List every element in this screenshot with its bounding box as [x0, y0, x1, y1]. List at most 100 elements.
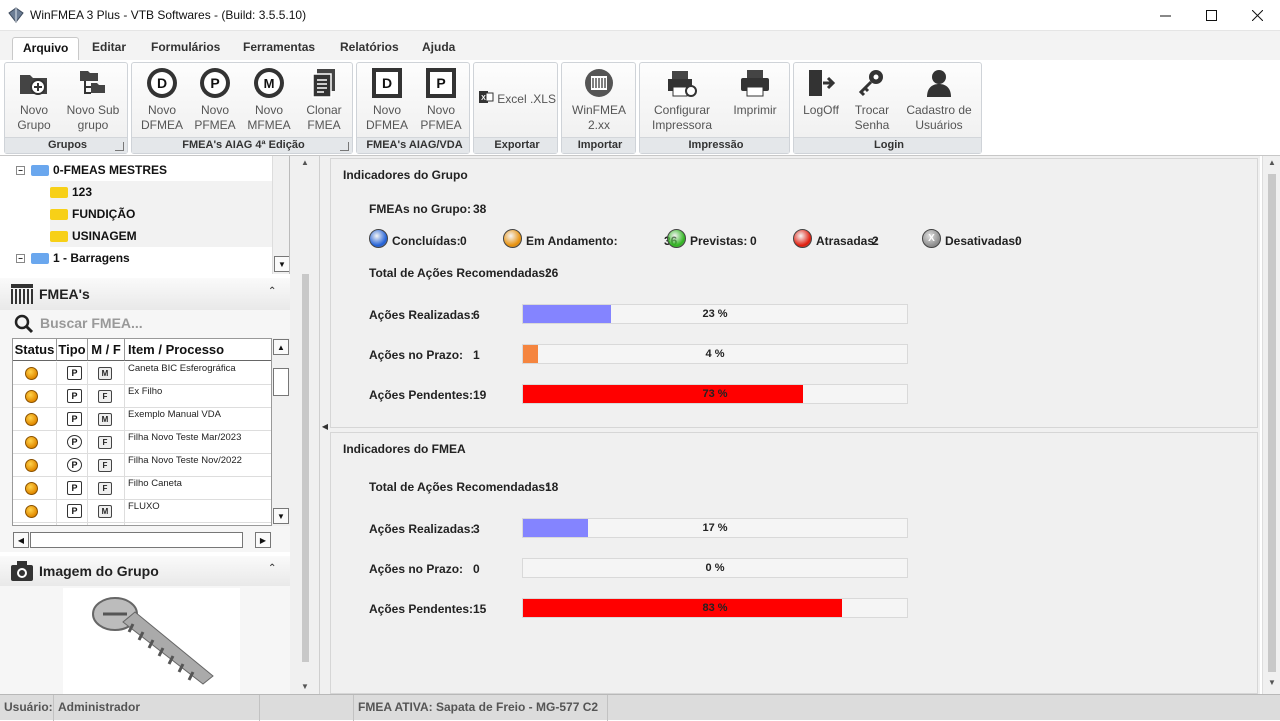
scroll-left-icon[interactable]: ◀ — [13, 532, 29, 548]
excel-export-button[interactable]: X Excel .XLS — [478, 89, 556, 109]
user-label: Usuário: — [0, 695, 54, 721]
table-row[interactable]: P F Filha Novo Teste Mar/2023 — [13, 431, 271, 454]
novo-pfmea-button[interactable]: P Novo PFMEA — [189, 67, 241, 133]
status-value: 0 — [460, 234, 467, 248]
left-panel-scrollbar[interactable]: ▲ ▼ — [290, 156, 320, 694]
tab-ferramentas[interactable]: Ferramentas — [233, 37, 325, 61]
ribbon-group-label: Grupos — [5, 137, 127, 153]
logoff-button[interactable]: LogOff — [798, 67, 844, 118]
svg-text:D: D — [382, 75, 392, 91]
scroll-thumb[interactable] — [30, 532, 243, 548]
column-header-mf[interactable]: M / F — [88, 339, 125, 361]
ribbon-group-label: Login — [794, 137, 981, 153]
grid-scrollbar-v[interactable]: ▲ ▼ — [272, 338, 290, 526]
status-in-progress-icon — [25, 367, 38, 380]
group-launcher-icon[interactable] — [115, 142, 124, 151]
progress-percent: 73 % — [702, 388, 728, 400]
table-row[interactable]: P M Exemplo Manual VDA — [13, 408, 271, 431]
tab-ajuda[interactable]: Ajuda — [412, 37, 465, 61]
tab-relatorios[interactable]: Relatórios — [330, 37, 409, 61]
tree-item-2[interactable]: FUNDIÇÃO — [50, 203, 272, 225]
scroll-up-icon[interactable]: ▲ — [1263, 158, 1280, 167]
novo-pfmea-vda-button[interactable]: P Novo PFMEA — [415, 67, 467, 133]
search-input[interactable]: Buscar FMEA... — [40, 315, 143, 331]
scroll-thumb[interactable] — [273, 368, 289, 396]
table-row[interactable]: P M FLUXO — [13, 500, 271, 523]
mf-icon: F — [98, 436, 112, 449]
cadastro-usuarios-button[interactable]: Cadastro de Usuários — [900, 67, 978, 133]
mf-cell: F — [88, 385, 125, 408]
fmea-search-box[interactable]: Buscar FMEA... — [10, 312, 280, 334]
novo-grupo-button[interactable]: Novo Grupo — [9, 67, 59, 133]
scroll-right-icon[interactable]: ▶ — [255, 532, 271, 548]
tab-arquivo[interactable]: Arquivo — [12, 37, 80, 61]
column-header-status[interactable]: Status — [13, 339, 57, 361]
scroll-thumb[interactable] — [302, 274, 309, 662]
ribbon-group-aiagvda: D Novo DFMEA P Novo PFMEA FMEA's AIAG/VDA — [356, 62, 470, 154]
scroll-down-icon[interactable]: ▼ — [273, 508, 289, 524]
configurar-impressora-button[interactable]: Configurar Impressora — [644, 67, 720, 133]
collapse-up-icon[interactable]: ⌃ — [268, 286, 276, 297]
ribbon-group-login: LogOff Trocar Senha Cadastro de Usuários L… — [793, 62, 982, 154]
novo-mfmea-button[interactable]: M Novo MFMEA — [243, 67, 295, 133]
table-row[interactable]: P F Filha Novo Teste Nov/2022 — [13, 454, 271, 477]
group-launcher-icon[interactable] — [340, 142, 349, 151]
status-label: Concluídas: — [392, 234, 461, 248]
status-value: 0 — [750, 234, 757, 248]
scroll-down-icon[interactable]: ▼ — [274, 256, 289, 272]
tree-item-4[interactable]: −1 - Barragens — [16, 247, 130, 269]
collapse-left-icon[interactable]: ◀ — [320, 422, 330, 431]
progress-percent: 83 % — [702, 602, 728, 614]
mf-cell: M — [88, 408, 125, 431]
scroll-up-icon[interactable]: ▲ — [290, 156, 320, 170]
camera-icon — [11, 561, 33, 581]
m-circle-icon: M — [254, 68, 284, 98]
tree-item-0[interactable]: −0-FMEAS MESTRES — [16, 159, 167, 181]
minimize-button[interactable] — [1142, 0, 1188, 31]
imprimir-button[interactable]: Imprimir — [724, 67, 786, 118]
svg-text:P: P — [210, 75, 219, 91]
grid-scrollbar-h[interactable]: ◀ ▶ — [12, 531, 272, 549]
novo-dfmea-button[interactable]: D Novo DFMEA — [136, 67, 188, 133]
maximize-button[interactable] — [1188, 0, 1234, 31]
column-header-tipo[interactable]: Tipo — [57, 339, 88, 361]
bar-label: Ações no Prazo: — [369, 562, 464, 576]
tab-formularios[interactable]: Formulários — [141, 37, 230, 61]
table-row[interactable]: PMFluxo 2 — [13, 523, 271, 525]
scroll-down-icon[interactable]: ▼ — [1263, 678, 1280, 687]
folder-icon — [50, 187, 68, 199]
progress-bar: 17 % — [522, 518, 908, 538]
tipo-cell: P — [57, 477, 88, 500]
splitter[interactable]: ◀ — [320, 156, 330, 694]
svg-text:P: P — [436, 75, 445, 91]
novo-dfmea-vda-button[interactable]: D Novo DFMEA — [361, 67, 413, 133]
close-button[interactable] — [1234, 0, 1280, 31]
novo-sub-grupo-button[interactable]: Novo Sub grupo — [63, 67, 123, 133]
scroll-thumb[interactable] — [1268, 174, 1276, 672]
collapse-up-icon[interactable]: ⌃ — [268, 563, 276, 574]
excel-icon: X — [479, 91, 494, 103]
winfmea2-import-button[interactable]: WinFMEA 2.xx — [566, 67, 632, 133]
clonar-fmea-button[interactable]: Clonar FMEA — [298, 67, 350, 133]
item-processo-cell: Ex Filho — [128, 386, 163, 397]
group-indicators-section: Indicadores do Grupo FMEAs no Grupo: 38 … — [330, 158, 1258, 428]
table-row[interactable]: P F Ex Filho — [13, 385, 271, 408]
status-ball-icon — [369, 229, 388, 248]
tipo-p-icon: P — [67, 481, 82, 495]
mf-icon: M — [98, 413, 112, 426]
tab-editar[interactable]: Editar — [82, 37, 136, 61]
tree-item-3[interactable]: USINAGEM — [50, 225, 272, 247]
tree-scrollbar[interactable]: ▼ — [272, 156, 289, 274]
tipo-cell: P — [57, 454, 88, 477]
item-processo-cell: Filho Caneta — [128, 478, 182, 489]
scroll-down-icon[interactable]: ▼ — [290, 680, 320, 694]
trocar-senha-button[interactable]: Trocar Senha — [848, 67, 896, 133]
table-row[interactable]: P M Caneta BIC Esferográfica — [13, 362, 271, 385]
p-square-icon: P — [426, 68, 456, 98]
scroll-up-icon[interactable]: ▲ — [273, 339, 289, 355]
main-scrollbar[interactable]: ▲ ▼ — [1262, 156, 1280, 694]
tree-item-1[interactable]: 123 — [50, 181, 272, 203]
table-row[interactable]: P F Filho Caneta — [13, 477, 271, 500]
group-image — [63, 588, 240, 694]
column-header-item[interactable]: Item / Processo — [125, 339, 271, 361]
